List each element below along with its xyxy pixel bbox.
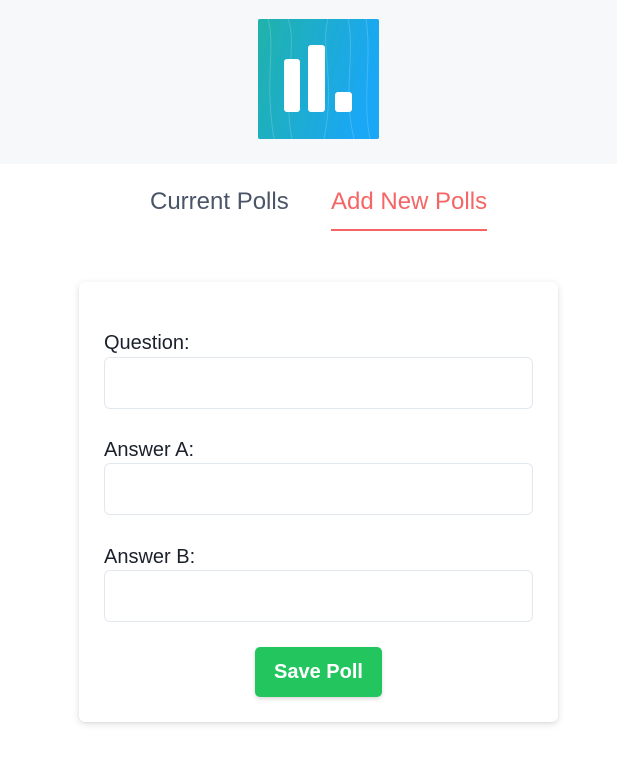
question-label: Question:: [104, 332, 190, 354]
tab-current-polls[interactable]: Current Polls: [150, 188, 289, 216]
answer-b-input[interactable]: [104, 570, 533, 622]
save-poll-button[interactable]: Save Poll: [255, 647, 382, 697]
active-tab-indicator: [331, 229, 487, 231]
answer-a-label: Answer A:: [104, 439, 195, 461]
new-poll-form: Question: Answer A: Answer B: Save Poll: [79, 282, 558, 722]
app-logo: [258, 19, 379, 139]
bar-chart-logo-icon: [258, 19, 379, 139]
poll-tabs: Current Polls Add New Polls: [0, 164, 617, 244]
answer-a-input[interactable]: [104, 463, 533, 515]
question-input[interactable]: [104, 357, 533, 409]
answer-b-label: Answer B:: [104, 546, 196, 568]
tab-add-new-polls[interactable]: Add New Polls: [331, 188, 487, 216]
header: [0, 0, 617, 164]
